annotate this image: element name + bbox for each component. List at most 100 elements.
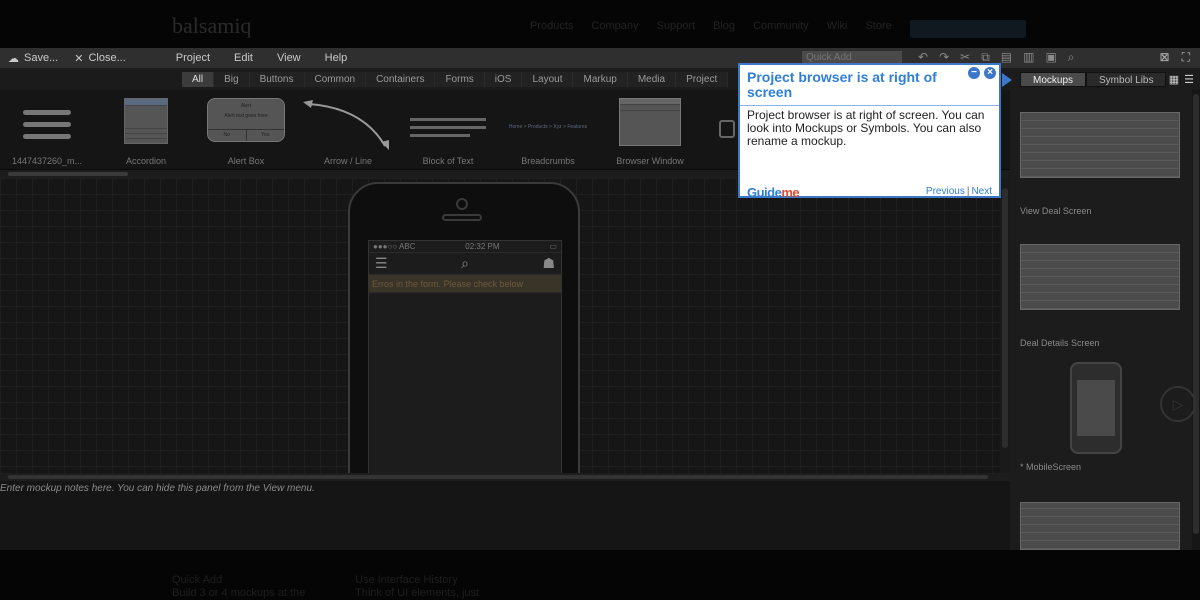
menu-edit[interactable]: Edit [222, 52, 265, 64]
guideme-logo-a: Guide [747, 185, 782, 200]
project-browser-scroll-thumb[interactable] [1193, 94, 1199, 534]
browser-window-icon [619, 98, 681, 146]
search-icon[interactable]: ⌕ [1068, 50, 1075, 65]
tab-mockups[interactable]: Mockups [1020, 72, 1087, 87]
tab-containers[interactable]: Containers [366, 72, 436, 87]
site-nav-item[interactable]: Community [753, 20, 809, 32]
mockup-name[interactable]: View Deal Screen [1020, 206, 1188, 216]
site-nav-item[interactable]: Products [530, 20, 573, 32]
grid-view-icon[interactable]: ▦ [1169, 73, 1179, 86]
error-message: Erros in the form. Please check below [369, 275, 561, 293]
mockup-name[interactable]: Deal Details Screen [1020, 338, 1188, 348]
block-of-text-icon [410, 118, 486, 137]
app-window: balsamiq Products Company Support Blog C… [0, 0, 1200, 600]
canvas-hscroll-thumb[interactable] [8, 475, 988, 479]
site-nav-item[interactable]: Wiki [827, 20, 848, 32]
component-item[interactable]: Accordion [104, 96, 188, 168]
site-nav-item[interactable]: Store [865, 20, 891, 32]
search-icon: ⌕ [461, 255, 469, 271]
site-cta-button[interactable] [910, 20, 1026, 38]
clipboard-icon[interactable]: ▥ [1023, 50, 1034, 65]
menu-view[interactable]: View [265, 52, 313, 64]
previous-link[interactable]: Previous [926, 186, 965, 197]
cloud-save-icon: ☁ [8, 52, 19, 65]
site-logo: balsamiq [172, 13, 252, 38]
tab-common[interactable]: Common [304, 72, 367, 87]
site-header: balsamiq Products Company Support Blog C… [0, 0, 1200, 48]
component-item-partial[interactable] [718, 96, 736, 168]
tooltip-body: Project browser is at right of screen. Y… [747, 108, 985, 148]
mockup-thumbnail [1020, 502, 1180, 550]
mockup-item[interactable]: * MobileScreen [1018, 362, 1188, 472]
component-label: Alert Box [227, 156, 265, 166]
mockup-item[interactable] [1018, 502, 1188, 550]
tab-media[interactable]: Media [627, 72, 677, 87]
next-link[interactable]: Next [971, 186, 992, 197]
component-item[interactable]: Alert Alert text goes here No Yes Alert … [200, 96, 292, 168]
mockup-canvas[interactable]: ●●●○○ ABC 02:32 PM ▭ ☰ ⌕ ☗ Erros in the … [0, 178, 1000, 473]
tab-layout[interactable]: Layout [522, 72, 574, 87]
save-button[interactable]: ☁ Save... [0, 52, 66, 65]
project-browser: Mockups Symbol Libs ▦ ☰ View Deal Screen… [1010, 68, 1200, 550]
canvas-vscroll-thumb[interactable] [1002, 188, 1008, 448]
footer-col-1: Quick Add Build 3 or 4 mockups at the [172, 574, 305, 600]
strip-scrollbar-thumb[interactable] [8, 172, 128, 176]
play-icon[interactable]: ▷ [1160, 386, 1196, 422]
tab-markup[interactable]: Markup [573, 72, 628, 87]
menu-project[interactable]: Project [164, 52, 222, 64]
tab-buttons[interactable]: Buttons [249, 72, 305, 87]
tab-big[interactable]: Big [214, 72, 250, 87]
project-browser-scrollbar[interactable] [1192, 90, 1200, 550]
tab-all[interactable]: All [182, 72, 215, 87]
partial-component-icon [719, 120, 735, 138]
close-icon[interactable]: × [984, 67, 996, 79]
component-item[interactable]: Block of Text [402, 96, 494, 168]
component-item[interactable]: 1447437260_m... [4, 96, 90, 168]
site-nav-item[interactable]: Blog [713, 20, 735, 32]
mockup-item[interactable]: View Deal Screen [1018, 112, 1188, 216]
site-nav-item[interactable]: Support [657, 20, 696, 32]
site-nav-item[interactable]: Company [591, 20, 638, 32]
footer-col-1-text: Build 3 or 4 mockups at the [172, 587, 306, 599]
minimize-icon[interactable]: − [968, 67, 980, 79]
canvas-horizontal-scrollbar[interactable] [0, 473, 1010, 481]
alert-thumb-title: Alert [240, 103, 252, 109]
canvas-vertical-scrollbar[interactable] [1000, 178, 1010, 473]
close-button[interactable]: ✕ Close... [66, 52, 134, 65]
tooltip-title: Project browser is at right of screen [747, 69, 937, 100]
iphone-mockup[interactable]: ●●●○○ ABC 02:32 PM ▭ ☰ ⌕ ☗ Erros in the … [348, 182, 580, 473]
paste-icon[interactable]: ▤ [1001, 50, 1012, 65]
window-icons: ⊠ ⛶ [1160, 50, 1190, 65]
notes-placeholder[interactable]: Enter mockup notes here. You can hide th… [0, 483, 315, 494]
phone-status-bar: ●●●○○ ABC 02:32 PM ▭ [369, 241, 561, 253]
tab-ios[interactable]: iOS [484, 72, 523, 87]
tab-forms[interactable]: Forms [435, 72, 485, 87]
component-label: Browser Window [616, 156, 684, 166]
arrow-line-icon [303, 98, 393, 159]
tab-project[interactable]: Project [676, 72, 729, 87]
menu-help[interactable]: Help [313, 52, 360, 64]
close-icon: ✕ [74, 52, 84, 65]
component-item[interactable]: Arrow / Line [300, 96, 396, 168]
app-toolbar: ☁ Save... ✕ Close... Project Edit View H… [0, 48, 1200, 68]
site-footer: Quick Add Build 3 or 4 mockups at the Us… [0, 550, 1200, 600]
mockup-item[interactable]: Deal Details Screen [1018, 244, 1188, 348]
footer-col-2-title: Use Interface History [355, 574, 458, 586]
mockup-notes-panel[interactable]: Enter mockup notes here. You can hide th… [0, 481, 1010, 550]
mockup-name[interactable]: * MobileScreen [1020, 462, 1188, 472]
component-item[interactable]: Browser Window [604, 96, 696, 168]
filter-tabs: All Big Buttons Common Containers Forms … [182, 72, 729, 87]
tooltip-divider [740, 105, 999, 106]
export-icon[interactable]: ⊠ [1160, 50, 1170, 65]
lock-icon[interactable]: ▣ [1045, 50, 1056, 65]
footer-col-2-text: Think of UI elements, just [355, 587, 480, 599]
tab-symbol-libs[interactable]: Symbol Libs [1086, 72, 1167, 87]
fullscreen-icon[interactable]: ⛶ [1182, 50, 1190, 65]
breadcrumbs-icon: Home > Products > Xyz > Features [508, 124, 588, 130]
menu-icon: ☰ [375, 255, 388, 271]
list-view-icon[interactable]: ☰ [1184, 73, 1194, 86]
user-icon: ☗ [542, 255, 555, 271]
guideme-logo: Guideme [747, 185, 800, 200]
component-item[interactable]: Home > Products > Xyz > Features Breadcr… [500, 96, 596, 168]
footer-col-1-title: Quick Add [172, 574, 223, 586]
